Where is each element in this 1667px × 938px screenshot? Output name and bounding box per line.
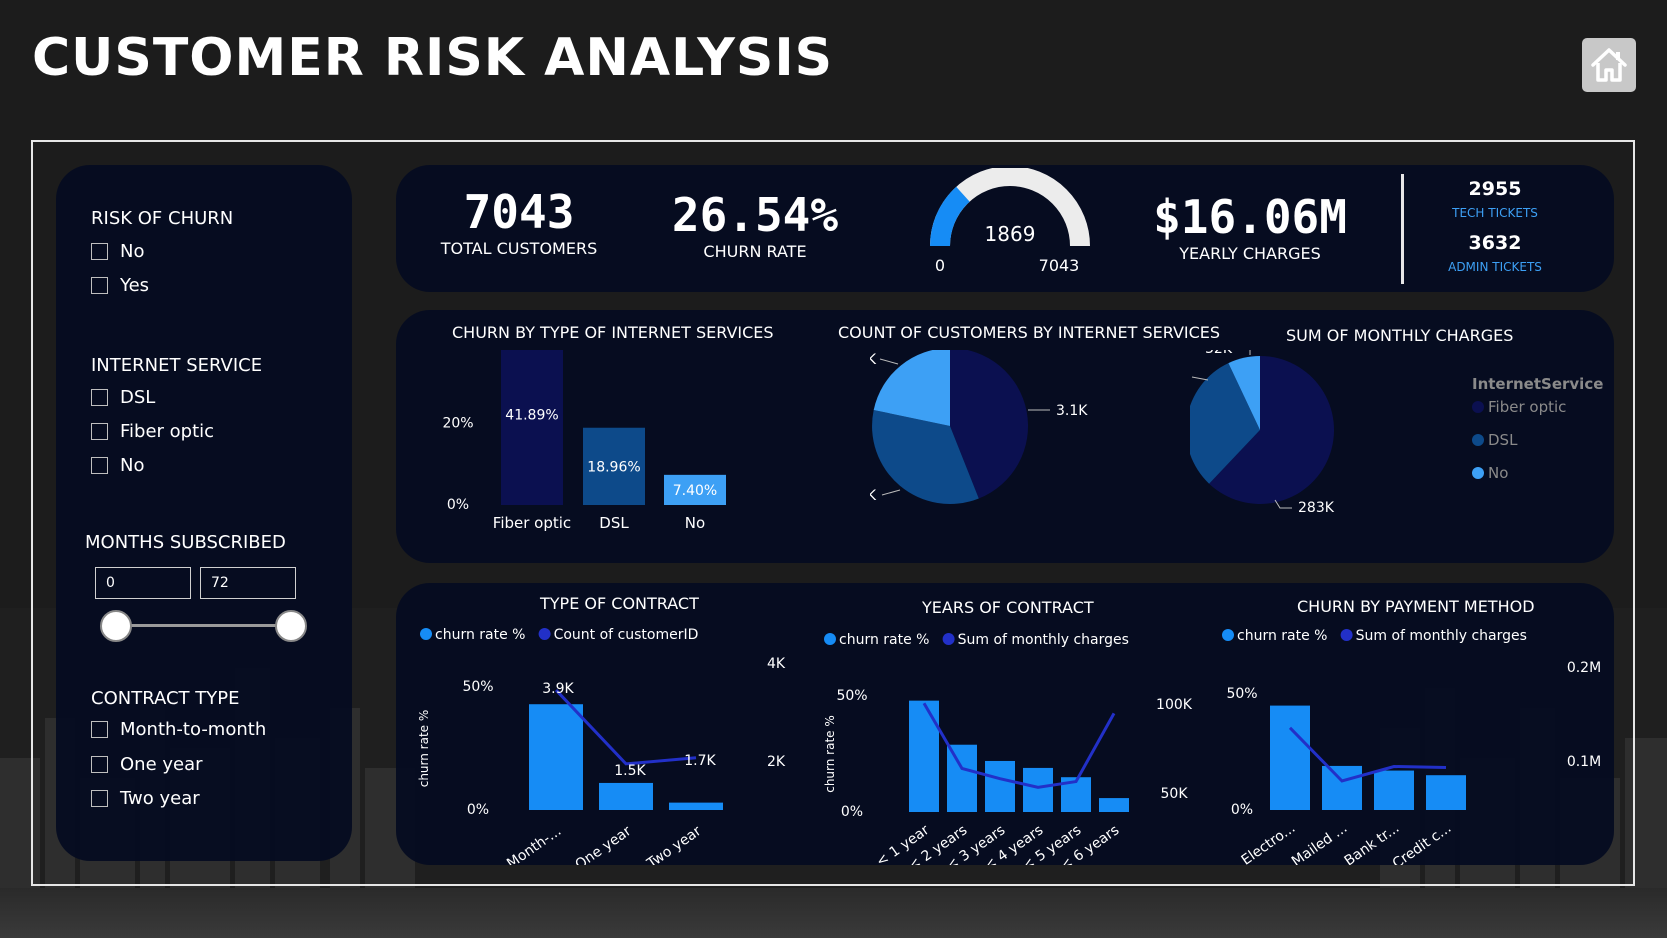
header: CUSTOMER RISK ANALYSIS (32, 28, 833, 88)
home-icon (1591, 48, 1627, 82)
dashboard-frame (31, 140, 1635, 886)
home-button[interactable] (1582, 38, 1636, 92)
page-title: CUSTOMER RISK ANALYSIS (32, 28, 834, 88)
